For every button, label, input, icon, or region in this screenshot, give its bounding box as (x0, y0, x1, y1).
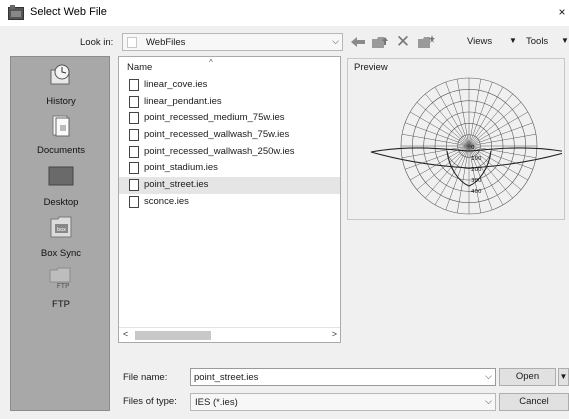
place-label: History (46, 96, 76, 107)
back-arrow-icon[interactable] (349, 33, 367, 51)
ring-value-label: 0 (471, 145, 475, 151)
ring-value-label: 300 (471, 178, 482, 184)
svg-text:box: box (57, 227, 66, 233)
place-label: Desktop (43, 197, 79, 208)
place-history[interactable]: History (11, 62, 111, 110)
photometric-polar-plot: 0 100 200 300 400 (370, 77, 562, 215)
file-name: point_stadium.ies (144, 162, 218, 174)
file-type-label: Files of type: (123, 396, 177, 407)
file-type-value: IES (*.ies) (195, 397, 238, 408)
file-name: point_recessed_wallwash_75w.ies (144, 129, 290, 141)
documents-icon (52, 115, 70, 137)
place-documents[interactable]: Documents (11, 111, 111, 157)
file-item[interactable]: sconce.ies (119, 194, 340, 211)
candela-curve-lateral (370, 147, 562, 169)
file-name: point_recessed_wallwash_250w.ies (144, 145, 295, 157)
ring-value-label: 100 (471, 156, 482, 162)
file-name-field[interactable]: point_street.ies ⌵ (190, 368, 496, 386)
file-name: linear_pendant.ies (144, 95, 222, 107)
open-split-arrow-icon[interactable]: ▼ (558, 368, 569, 386)
document-icon (129, 79, 139, 91)
look-in-dropdown[interactable]: WebFiles ⌵ (122, 33, 343, 51)
views-caret-icon[interactable]: ▼ (509, 36, 517, 45)
file-item[interactable]: point_recessed_wallwash_250w.ies (119, 144, 340, 161)
file-item[interactable]: point_stadium.ies (119, 160, 340, 177)
title-bar: Select Web File × (0, 0, 569, 26)
scrollbar-thumb[interactable] (135, 331, 211, 340)
desktop-icon (48, 166, 74, 186)
file-name-label: File name: (123, 372, 168, 383)
app-icon (8, 5, 24, 20)
ring-value-label: 400 (471, 189, 482, 195)
open-button[interactable]: Open (499, 368, 556, 386)
document-icon (129, 145, 139, 158)
document-icon (129, 179, 139, 192)
cancel-button[interactable]: Cancel (499, 393, 569, 411)
tools-menu-button[interactable]: Tools (526, 36, 548, 47)
file-item[interactable]: linear_pendant.ies (119, 94, 340, 111)
svg-text:FTP: FTP (57, 282, 69, 289)
box-sync-icon: box (50, 216, 72, 238)
document-icon (129, 112, 139, 125)
window-title: Select Web File (30, 6, 107, 18)
place-label: Documents (36, 145, 86, 156)
file-list[interactable]: Name ^ linear_cove.ies linear_pendant.ies… (118, 56, 341, 343)
file-item[interactable]: point_recessed_medium_75w.ies (119, 110, 340, 127)
chevron-down-icon[interactable]: ⌵ (485, 396, 492, 407)
name-column-header[interactable]: Name (127, 62, 152, 73)
look-in-value: WebFiles (146, 37, 186, 48)
document-icon (129, 162, 139, 175)
place-box-sync[interactable]: box Box Sync (11, 213, 111, 259)
file-item[interactable]: point_street.ies (119, 177, 340, 194)
file-name: point_street.ies (144, 179, 209, 191)
place-desktop[interactable]: Desktop (11, 163, 111, 209)
up-folder-icon[interactable] (370, 33, 390, 51)
ftp-icon: FTP (49, 267, 71, 289)
delete-icon[interactable]: ✕ (394, 32, 412, 51)
look-in-label: Look in: (80, 37, 114, 48)
document-icon (129, 95, 139, 108)
file-name: linear_cove.ies (144, 79, 208, 90)
chevron-down-icon[interactable]: ⌵ (485, 371, 492, 382)
close-button[interactable]: × (555, 0, 569, 26)
place-label: Box Sync (40, 248, 82, 259)
document-icon (129, 129, 139, 142)
preview-panel: Preview 0 100 200 300 400 (347, 58, 565, 220)
new-folder-icon[interactable] (416, 33, 436, 51)
file-item[interactable]: point_recessed_wallwash_75w.ies (119, 127, 340, 144)
folder-icon (127, 37, 137, 48)
file-name: point_recessed_medium_75w.ies (144, 112, 285, 124)
views-menu-button[interactable]: Views (467, 36, 492, 47)
file-item[interactable]: linear_cove.ies (119, 77, 340, 94)
ring-value-label: 200 (471, 167, 482, 173)
tools-caret-icon[interactable]: ▼ (561, 36, 569, 45)
places-bar: History Documents Desktop box Box Sync F… (10, 56, 110, 411)
history-icon (50, 64, 70, 85)
file-type-dropdown[interactable]: IES (*.ies) ⌵ (190, 393, 496, 411)
file-name-value[interactable]: point_street.ies (194, 372, 258, 383)
file-items: linear_cove.ies linear_pendant.ies point_r… (119, 77, 340, 211)
place-label: FTP (52, 299, 70, 310)
scroll-left-icon[interactable]: < (123, 329, 128, 339)
scroll-right-icon[interactable]: > (332, 329, 337, 339)
chevron-down-icon[interactable]: ⌵ (332, 36, 339, 47)
place-ftp[interactable]: FTP FTP (11, 264, 111, 310)
horizontal-scrollbar[interactable]: < > (119, 327, 340, 342)
sort-ascending-icon: ^ (209, 58, 213, 67)
file-name: sconce.ies (144, 195, 189, 207)
document-icon (129, 195, 139, 208)
